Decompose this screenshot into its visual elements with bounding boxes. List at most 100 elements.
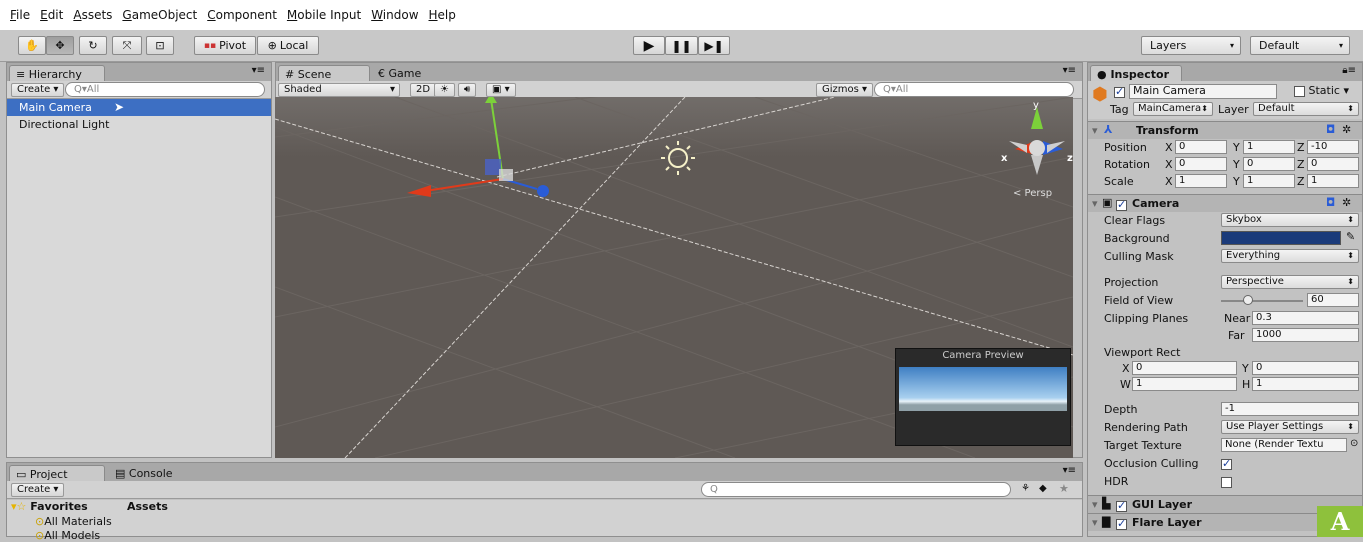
menu-file[interactable]: File	[10, 8, 30, 22]
layer-dropdown[interactable]: Default ⬍	[1253, 102, 1359, 116]
far-field[interactable]: 1000	[1252, 328, 1359, 342]
panel-menu-icon[interactable]: ▾≡	[1063, 65, 1076, 76]
local-button[interactable]: ⊕ Local	[257, 36, 319, 55]
menu-assets[interactable]: Assets	[73, 8, 112, 22]
camera-header[interactable]: ▾ ▣ Camera ◘ ✲	[1088, 194, 1362, 212]
scale-y-field[interactable]: 1	[1243, 174, 1295, 188]
flare-layer-checkbox[interactable]	[1116, 517, 1127, 530]
rect-tool-button[interactable]: ⊡	[146, 36, 174, 55]
fov-slider-track[interactable]	[1221, 300, 1303, 302]
gear-icon[interactable]: ✲	[1342, 123, 1351, 136]
position-y-field[interactable]: 1	[1243, 140, 1295, 154]
lock-icon[interactable]: 🔒︎≡	[1342, 65, 1356, 76]
tab-hierarchy[interactable]: ≡ Hierarchy	[9, 65, 105, 81]
move-tool-button[interactable]: ✥	[46, 36, 74, 55]
fov-field[interactable]: 60	[1307, 293, 1359, 307]
filter-type-icon[interactable]: ⚘	[1021, 483, 1030, 494]
rotation-x-field[interactable]: 0	[1175, 157, 1227, 171]
rotate-tool-button[interactable]: ↻	[79, 36, 107, 55]
tab-inspector[interactable]: ● Inspector	[1090, 65, 1182, 81]
scale-x-field[interactable]: 1	[1175, 174, 1227, 188]
pause-button[interactable]: ❚❚	[665, 36, 698, 55]
scene-search-input[interactable]: Q▾All	[874, 82, 1074, 97]
menu-gameobject[interactable]: GameObject	[122, 8, 197, 22]
rotation-y-field[interactable]: 0	[1243, 157, 1295, 171]
viewport-y-field[interactable]: 0	[1252, 361, 1359, 375]
rotation-z-field[interactable]: 0	[1307, 157, 1359, 171]
tab-project-label: Project	[29, 468, 68, 481]
hierarchy-search-input[interactable]: Q▾All	[65, 82, 265, 97]
fov-slider-knob[interactable]	[1243, 295, 1254, 305]
height-text: H	[1242, 378, 1251, 391]
panel-menu-icon[interactable]: ▾≡	[1063, 465, 1076, 476]
favorite-star-icon[interactable]: ★	[1059, 482, 1069, 495]
background-color-swatch[interactable]	[1221, 231, 1341, 245]
tab-scene[interactable]: # Scene	[278, 65, 370, 81]
hdr-checkbox[interactable]	[1221, 475, 1232, 488]
gizmos-dropdown[interactable]: Gizmos ▾	[816, 83, 874, 97]
position-x-field[interactable]: 0	[1175, 140, 1227, 154]
active-checkbox[interactable]	[1114, 85, 1125, 98]
depth-field[interactable]: -1	[1221, 402, 1359, 416]
tag-dropdown[interactable]: MainCamera ⬍	[1133, 102, 1213, 116]
eyedropper-icon[interactable]: ✎	[1346, 230, 1355, 243]
near-field[interactable]: 0.3	[1252, 311, 1359, 325]
object-picker-icon[interactable]: ⊙	[1350, 438, 1358, 449]
favorite-all-models[interactable]: ⊙All Models	[35, 529, 100, 542]
hierarchy-create-button[interactable]: Create ▾	[11, 83, 65, 97]
gear-icon[interactable]: ✲	[1342, 196, 1351, 209]
transform-header[interactable]: ▾ ⅄ Transform ◘ ✲	[1088, 121, 1362, 139]
tab-project[interactable]: ▭ Project	[9, 465, 105, 481]
target-texture-field[interactable]: None (Render Textu	[1221, 438, 1347, 452]
projection-toggle-label[interactable]: < Persp	[1013, 188, 1052, 199]
hierarchy-item-main-camera[interactable]: Main Camera ➤	[7, 99, 271, 116]
projection-dropdown[interactable]: Perspective ⬍	[1221, 275, 1359, 289]
project-search-input[interactable]: Q	[701, 482, 1011, 497]
tab-game[interactable]: € Game	[372, 65, 464, 81]
occlusion-checkbox[interactable]	[1221, 457, 1232, 470]
culling-mask-dropdown[interactable]: Everything ⬍	[1221, 249, 1359, 263]
effects-dropdown[interactable]: ▣ ▾	[486, 83, 516, 97]
menu-mobile-input[interactable]: Mobile Input	[287, 8, 361, 22]
lighting-toggle-button[interactable]: ☀	[434, 83, 455, 97]
filter-label-icon[interactable]: ◆	[1039, 483, 1047, 494]
camera-enabled-checkbox[interactable]	[1116, 198, 1127, 211]
menu-help[interactable]: Help	[429, 8, 456, 22]
clear-flags-dropdown[interactable]: Skybox ⬍	[1221, 213, 1359, 227]
favorites-folder[interactable]: ▾☆ Favorites	[11, 500, 88, 513]
static-checkbox[interactable]: Static ▾	[1294, 84, 1349, 97]
2d-toggle-button[interactable]: 2D	[410, 83, 437, 97]
foldout-arrow-icon[interactable]: ▾	[1092, 124, 1098, 137]
audio-toggle-button[interactable]: 🔊︎	[458, 83, 477, 97]
step-button[interactable]: ▶❚	[698, 36, 730, 55]
menu-window[interactable]: Window	[371, 8, 418, 22]
play-button[interactable]: ▶	[633, 36, 665, 55]
viewport-h-field[interactable]: 1	[1252, 377, 1359, 391]
pivot-button[interactable]: ▪▪ Pivot	[194, 36, 256, 55]
favorite-all-materials[interactable]: ⊙All Materials	[35, 515, 112, 528]
help-icon[interactable]: ◘	[1326, 196, 1335, 209]
scale-tool-button[interactable]: ⤧	[112, 36, 142, 55]
viewport-w-field[interactable]: 1	[1132, 377, 1237, 391]
position-z-field[interactable]: -10	[1307, 140, 1359, 154]
menu-edit[interactable]: Edit	[40, 8, 63, 22]
foldout-arrow-icon[interactable]: ▾	[1092, 498, 1098, 511]
gui-layer-checkbox[interactable]	[1116, 499, 1127, 512]
layout-dropdown[interactable]: Default ▾	[1250, 36, 1350, 55]
scene-viewport[interactable]: y x z < Persp Camera Preview	[275, 97, 1073, 458]
hand-tool-button[interactable]: ✋	[18, 36, 46, 55]
help-icon[interactable]: ◘	[1326, 123, 1335, 136]
scale-z-field[interactable]: 1	[1307, 174, 1359, 188]
foldout-arrow-icon[interactable]: ▾	[1092, 197, 1098, 210]
viewport-x-field[interactable]: 0	[1132, 361, 1237, 375]
gameobject-name-field[interactable]: Main Camera	[1129, 84, 1277, 99]
project-create-button[interactable]: Create ▾	[11, 483, 65, 497]
layers-dropdown[interactable]: Layers ▾	[1141, 36, 1241, 55]
rendering-path-dropdown[interactable]: Use Player Settings ⬍	[1221, 420, 1359, 434]
shading-dropdown[interactable]: Shaded ▾	[278, 83, 400, 97]
menu-component[interactable]: Component	[207, 8, 277, 22]
hierarchy-item-directional-light[interactable]: Directional Light	[7, 116, 271, 133]
tab-console[interactable]: ▤ Console	[109, 465, 205, 481]
panel-menu-icon[interactable]: ▾≡	[252, 65, 265, 76]
foldout-arrow-icon[interactable]: ▾	[1092, 516, 1098, 529]
